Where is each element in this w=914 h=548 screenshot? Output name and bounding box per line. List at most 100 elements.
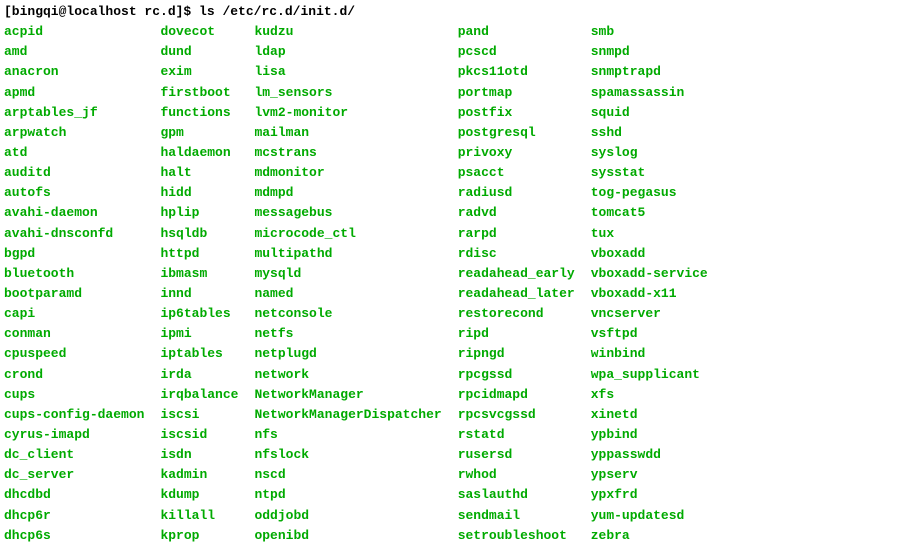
file-entry: rstatd [458,425,575,445]
file-entry: dund [160,42,238,62]
file-entry: tog-pegasus [591,183,708,203]
file-entry: cups [4,385,144,405]
column-3: pandpcscdpkcs11otdportmappostfixpostgres… [458,22,575,546]
file-entry: iscsid [160,425,238,445]
ls-output-listing: acpidamdanacronapmdarptables_jfarpwatcha… [4,22,910,546]
file-entry: innd [160,284,238,304]
file-entry: bgpd [4,244,144,264]
file-entry: ripd [458,324,575,344]
file-entry: arpwatch [4,123,144,143]
file-entry: ibmasm [160,264,238,284]
file-entry: netconsole [254,304,441,324]
file-entry: messagebus [254,203,441,223]
file-entry: exim [160,62,238,82]
file-entry: psacct [458,163,575,183]
file-entry: cyrus-imapd [4,425,144,445]
file-entry: snmptrapd [591,62,708,82]
file-entry: dc_client [4,445,144,465]
file-entry: privoxy [458,143,575,163]
column-0: acpidamdanacronapmdarptables_jfarpwatcha… [4,22,144,546]
file-entry: tomcat5 [591,203,708,223]
file-entry: smb [591,22,708,42]
file-entry: hplip [160,203,238,223]
file-entry: mcstrans [254,143,441,163]
file-entry: irda [160,365,238,385]
file-entry: bluetooth [4,264,144,284]
file-entry: pkcs11otd [458,62,575,82]
file-entry: functions [160,103,238,123]
file-entry: readahead_early [458,264,575,284]
file-entry: iscsi [160,405,238,425]
file-entry: xfs [591,385,708,405]
file-entry: auditd [4,163,144,183]
file-entry: cpuspeed [4,344,144,364]
file-entry: nfslock [254,445,441,465]
file-entry: arptables_jf [4,103,144,123]
file-entry: conman [4,324,144,344]
file-entry: winbind [591,344,708,364]
file-entry: vsftpd [591,324,708,344]
file-entry: ypbind [591,425,708,445]
file-entry: lvm2-monitor [254,103,441,123]
file-entry: rarpd [458,224,575,244]
file-entry: capi [4,304,144,324]
file-entry: dc_server [4,465,144,485]
file-entry: syslog [591,143,708,163]
file-entry: readahead_later [458,284,575,304]
column-4: smbsnmpdsnmptrapdspamassassinsquidsshdsy… [591,22,708,546]
file-entry: haldaemon [160,143,238,163]
file-entry: gpm [160,123,238,143]
file-entry: rwhod [458,465,575,485]
file-entry: mdmonitor [254,163,441,183]
file-entry: killall [160,506,238,526]
file-entry: squid [591,103,708,123]
file-entry: apmd [4,83,144,103]
command-text: ls /etc/rc.d/init.d/ [199,4,355,19]
file-entry: xinetd [591,405,708,425]
file-entry: lisa [254,62,441,82]
file-entry: avahi-daemon [4,203,144,223]
file-entry: rpcgssd [458,365,575,385]
file-entry: lm_sensors [254,83,441,103]
file-entry: cups-config-daemon [4,405,144,425]
file-entry: ip6tables [160,304,238,324]
file-entry: vboxadd-x11 [591,284,708,304]
file-entry: NetworkManagerDispatcher [254,405,441,425]
file-entry: kadmin [160,465,238,485]
file-entry: nscd [254,465,441,485]
file-entry: dhcdbd [4,485,144,505]
column-1: dovecotdundeximfirstbootfunctionsgpmhald… [160,22,238,546]
file-entry: hidd [160,183,238,203]
file-entry: vboxadd [591,244,708,264]
file-entry: rdisc [458,244,575,264]
file-entry: ldap [254,42,441,62]
file-entry: atd [4,143,144,163]
file-entry: wpa_supplicant [591,365,708,385]
file-entry: sysstat [591,163,708,183]
column-2: kudzuldaplisalm_sensorslvm2-monitormailm… [254,22,441,546]
file-entry: postfix [458,103,575,123]
file-entry: rpcidmapd [458,385,575,405]
file-entry: oddjobd [254,506,441,526]
file-entry: acpid [4,22,144,42]
file-entry: NetworkManager [254,385,441,405]
file-entry: mysqld [254,264,441,284]
file-entry: radiusd [458,183,575,203]
file-entry: rpcsvcgssd [458,405,575,425]
file-entry: vboxadd-service [591,264,708,284]
file-entry: bootparamd [4,284,144,304]
file-entry: spamassassin [591,83,708,103]
file-entry: restorecond [458,304,575,324]
file-entry: nfs [254,425,441,445]
file-entry: ypxfrd [591,485,708,505]
file-entry: rusersd [458,445,575,465]
file-entry: pcscd [458,42,575,62]
file-entry: isdn [160,445,238,465]
file-entry: mdmpd [254,183,441,203]
terminal-prompt-line: [bingqi@localhost rc.d]$ ls /etc/rc.d/in… [4,2,910,22]
file-entry: mailman [254,123,441,143]
file-entry: radvd [458,203,575,223]
prompt-prefix: [bingqi@localhost rc.d]$ [4,4,199,19]
file-entry: netfs [254,324,441,344]
file-entry: snmpd [591,42,708,62]
